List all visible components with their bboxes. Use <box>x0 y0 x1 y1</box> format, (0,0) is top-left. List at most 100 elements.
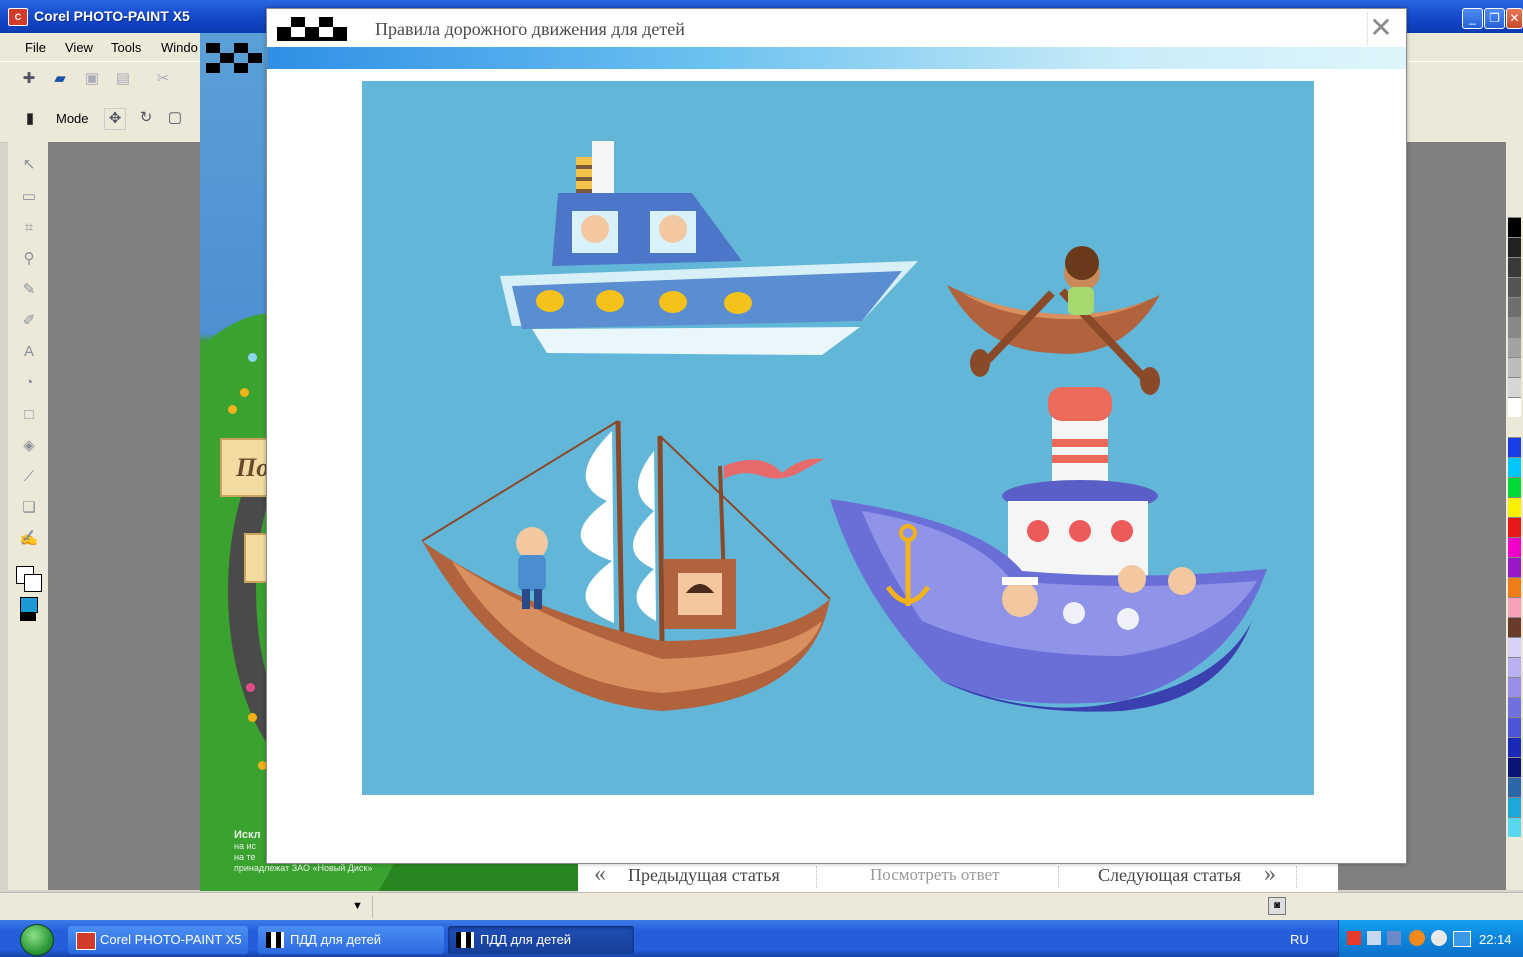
brush-tool-icon[interactable]: ✍ <box>18 528 40 550</box>
menu-window[interactable]: Windo <box>161 40 198 55</box>
illustration-boats-with-children[interactable] <box>362 81 1314 795</box>
divider <box>816 866 817 888</box>
rectangle-tool-icon[interactable]: □ <box>18 404 40 426</box>
divider <box>1367 13 1368 45</box>
swatch[interactable] <box>1508 817 1521 837</box>
swatch[interactable] <box>1508 217 1521 237</box>
network-icon[interactable] <box>1387 931 1401 945</box>
swatch[interactable] <box>1508 437 1521 457</box>
effect-tool-icon[interactable]: ◔ <box>18 372 40 394</box>
header-stripe <box>267 47 1406 69</box>
swatch[interactable] <box>1508 277 1521 297</box>
mask-tool-icon[interactable]: ▭ <box>18 186 40 208</box>
save-icon[interactable]: ▣ <box>82 69 102 89</box>
crop-tool-icon[interactable]: ⌗ <box>18 217 40 239</box>
swatch[interactable] <box>1508 777 1521 797</box>
boats-illustration <box>421 141 1267 712</box>
zoom-tool-icon[interactable]: ⚲ <box>18 248 40 270</box>
move-icon[interactable]: ✥ <box>104 108 126 130</box>
swatch[interactable] <box>1508 377 1521 397</box>
speaker-icon[interactable] <box>1367 931 1381 945</box>
rowing-boat <box>947 246 1160 395</box>
swatch[interactable] <box>1508 297 1521 317</box>
checker-flag-icon <box>266 932 284 948</box>
previous-article-link[interactable]: Предыдущая статья <box>628 865 780 886</box>
swatch[interactable] <box>1508 757 1521 777</box>
fill-tool-icon[interactable]: ◈ <box>18 435 40 457</box>
print-icon[interactable]: ▤ <box>113 69 133 89</box>
start-button-icon[interactable] <box>20 924 54 956</box>
rotate-icon[interactable]: ↻ <box>136 108 156 128</box>
next-article-link[interactable]: Следующая статья <box>1098 865 1241 886</box>
eraser-tool-icon[interactable]: ✐ <box>18 310 40 332</box>
menu-tools[interactable]: Tools <box>111 40 141 55</box>
fill-color-icon[interactable] <box>20 597 38 613</box>
background-color-icon[interactable] <box>24 574 42 592</box>
corel-app-icon <box>76 932 96 950</box>
checker-flag-icon <box>456 932 474 948</box>
display-icon[interactable] <box>1453 931 1471 947</box>
article-navigation: « Предыдущая статья Посмотреть ответ Сле… <box>578 860 1338 892</box>
menu-file[interactable]: File <box>25 40 46 55</box>
double-chevron-right-icon[interactable]: » <box>1264 861 1276 888</box>
swatch[interactable] <box>1508 697 1521 717</box>
swatch[interactable] <box>1508 357 1521 377</box>
swatch[interactable] <box>1508 577 1521 597</box>
view-answer-link[interactable]: Посмотреть ответ <box>870 865 1000 885</box>
swatch[interactable] <box>1508 497 1521 517</box>
help-icon[interactable]: ▮ <box>20 109 40 129</box>
restore-icon[interactable]: ❐ <box>1484 8 1505 29</box>
divider <box>372 896 373 918</box>
new-file-icon[interactable]: ✚ <box>19 69 39 89</box>
camera-icon[interactable]: ◙ <box>1268 897 1286 915</box>
taskbar-item-pdd-1[interactable]: ПДД для детей <box>258 926 444 954</box>
paint-tool-icon[interactable]: ⟋ <box>18 466 40 488</box>
shadow-tool-icon[interactable]: ❏ <box>18 497 40 519</box>
swatch[interactable] <box>1508 257 1521 277</box>
swatch[interactable] <box>1508 237 1521 257</box>
corel-app-icon[interactable]: C <box>8 8 28 26</box>
text-tool-icon[interactable]: A <box>18 341 40 363</box>
menu-view[interactable]: View <box>65 40 93 55</box>
pick-tool-icon[interactable]: ↖ <box>18 154 40 176</box>
minimize-icon[interactable]: _ <box>1462 8 1483 29</box>
chevron-down-icon[interactable]: ▼ <box>352 900 363 912</box>
swatch[interactable] <box>1508 457 1521 477</box>
taskbar-item-corel[interactable]: Corel PHOTO-PAINT X5 <box>68 926 248 954</box>
mode-label: Mode <box>56 111 89 126</box>
paper-color-icon[interactable] <box>20 613 36 621</box>
swatch[interactable] <box>1508 737 1521 757</box>
swatch[interactable] <box>1508 617 1521 637</box>
swatch[interactable] <box>1508 537 1521 557</box>
swatch[interactable] <box>1508 317 1521 337</box>
swatch[interactable] <box>1508 677 1521 697</box>
swatch[interactable] <box>1508 517 1521 537</box>
taskbar-item-pdd-2[interactable]: ПДД для детей <box>448 926 634 954</box>
modal-title: Правила дорожного движения для детей <box>375 19 685 39</box>
tray-app-icon[interactable] <box>1347 931 1361 945</box>
browser-tray-icon[interactable] <box>1409 930 1425 946</box>
swatch[interactable] <box>1508 597 1521 617</box>
swatch[interactable] <box>1508 657 1521 677</box>
steam-ship <box>830 387 1267 712</box>
double-chevron-left-icon[interactable]: « <box>594 861 606 888</box>
swatch[interactable] <box>1508 397 1521 417</box>
close-icon[interactable]: ✕ <box>1506 8 1523 29</box>
swatch[interactable] <box>1508 797 1521 817</box>
crop-icon[interactable]: ▢ <box>165 108 185 128</box>
article-modal: Правила дорожного движения для детей ✕ <box>266 8 1407 864</box>
tray-utility-icon[interactable] <box>1431 930 1447 946</box>
swatch[interactable] <box>1508 477 1521 497</box>
language-indicator[interactable]: RU <box>1290 932 1309 947</box>
swatch[interactable] <box>1508 637 1521 657</box>
eyedropper-tool-icon[interactable]: ✎ <box>18 279 40 301</box>
cut-icon[interactable]: ✂ <box>153 69 173 89</box>
swatch[interactable] <box>1508 717 1521 737</box>
flower <box>248 353 257 362</box>
close-icon[interactable]: ✕ <box>1369 14 1393 42</box>
open-folder-icon[interactable]: ▰ <box>50 69 70 89</box>
flower <box>240 388 249 397</box>
swatch[interactable] <box>1508 557 1521 577</box>
swatch[interactable] <box>1508 337 1521 357</box>
clock[interactable]: 22:14 <box>1479 932 1512 947</box>
